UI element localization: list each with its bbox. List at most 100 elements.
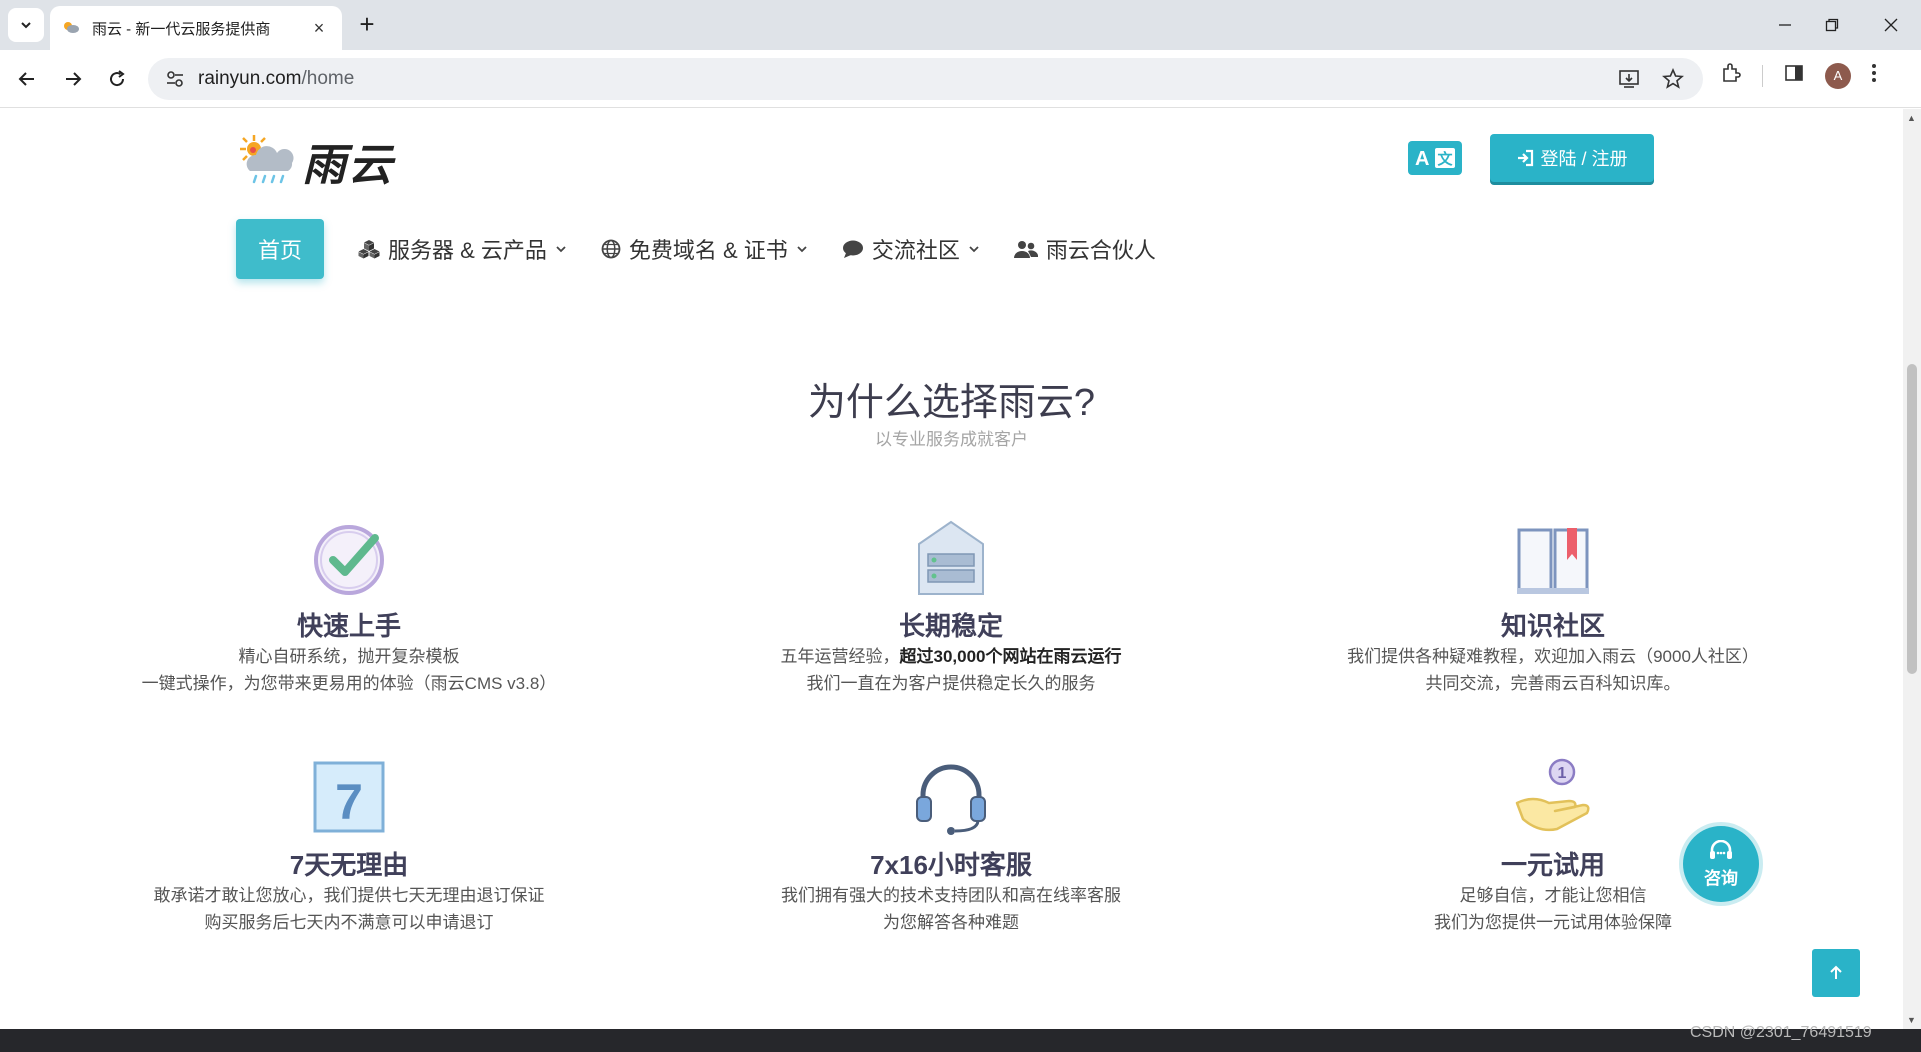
watermark-text: CSDN @2301_76491519 [1690,1024,1872,1041]
minimize-button[interactable] [1762,8,1808,42]
extensions-icon[interactable] [1720,62,1742,89]
close-icon [1884,18,1898,32]
feature-stability: 长期稳定 五年运营经验，超过30,000个网站在雨云运行 我们一直在为客户提供稳… [691,518,1211,697]
headset-icon [916,764,986,835]
calendar-7-icon: 7 [313,761,385,833]
nav-item-community[interactable]: 交流社区 [842,233,980,265]
minimize-icon [1779,24,1791,26]
feature-title: 7天无理由 [289,850,409,880]
arrow-up-icon [1830,965,1842,979]
chevron-down-icon [556,246,566,253]
feature-line-2: 我们为您提供一元试用体验保障 [1434,913,1672,932]
more-menu-icon[interactable] [1871,62,1877,89]
rainyun-favicon-icon [64,22,79,33]
back-button[interactable] [10,62,44,96]
tab-title: 雨云 - 新一代云服务提供商 [92,20,271,38]
feature-customer-service: 7x16小时客服 我们拥有强大的技术支持团队和高在线率客服 为您解答各种难题 [691,757,1211,936]
reload-icon [110,70,125,87]
coin-hand-icon: 1 [1515,758,1590,832]
browser-tabstrip: 雨云 - 新一代云服务提供商 × + [0,0,1921,50]
restore-icon [1825,18,1839,32]
close-window-button[interactable] [1868,8,1914,42]
url-path: /home [301,68,355,89]
feature-title: 7x16小时客服 [870,850,1032,880]
nav-item-servers-label: 服务器 & 云产品 [388,238,547,263]
svg-text:文: 文 [1438,150,1454,168]
cubes-icon [358,240,380,259]
os-taskbar [0,1029,1921,1052]
rain-cloud-sun-logo-icon [240,135,294,184]
feature-line-1-highlight: 超过30,000个网站在雨云运行 [899,647,1122,666]
svg-text:A: A [1415,148,1429,170]
feature-title: 快速上手 [296,611,401,641]
url-text: rainyun.com/home [198,68,354,90]
feature-title: 长期稳定 [898,611,1003,641]
feature-line-1: 敢承诺才敢让您放心，我们提供七天无理由退订保证 [153,886,545,905]
nav-item-domains-label: 免费域名 & 证书 [628,238,788,263]
arrow-left-icon [18,72,34,86]
side-panel-icon[interactable] [1783,62,1805,89]
chevron-down-icon [797,246,807,253]
feature-line-2: 共同交流，完善雨云百科知识库。 [1425,674,1681,693]
feature-knowledge-community: 知识社区 我们提供各种疑难教程，欢迎加入雨云（9000人社区） 共同交流，完善雨… [1293,518,1813,697]
url-domain: rainyun.com [198,68,302,89]
profile-avatar[interactable]: A [1825,62,1851,89]
login-register-label: 登陆 / 注册 [1540,149,1628,169]
site-info-icon[interactable] [164,68,186,90]
nav-item-domains[interactable]: 免费域名 & 证书 [601,233,808,265]
feature-line-2: 为您解答各种难题 [883,913,1019,932]
site-logo[interactable]: 雨云 [236,129,394,193]
server-icon [918,520,984,595]
feature-line-1-text: 五年运营经验， [780,647,900,666]
chevron-down-icon [969,246,979,253]
sign-in-icon [1518,149,1534,167]
globe-icon [601,239,621,259]
headset-icon [1710,839,1732,859]
section-title: 为什么选择雨云? [807,382,1096,424]
scroll-down-arrow-icon[interactable]: ▼ [1907,1015,1916,1025]
toolbar-divider [1762,64,1763,87]
feature-title: 知识社区 [1500,611,1605,641]
reload-button[interactable] [100,62,134,96]
forward-button[interactable] [56,62,90,96]
feature-line-2: 我们一直在为客户提供稳定长久的服务 [806,674,1096,693]
restore-button[interactable] [1809,8,1855,42]
feature-line-1: 我们提供各种疑难教程，欢迎加入雨云（9000人社区） [1347,647,1759,666]
tab-close-icon[interactable]: × [308,18,330,39]
browser-tab-active[interactable]: 雨云 - 新一代云服务提供商 × [50,6,342,50]
chevron-down-icon [21,22,31,29]
nav-item-partners-label: 雨云合伙人 [1045,238,1156,263]
page-scrollbar[interactable]: ▲ ▼ [1903,109,1921,1029]
address-bar[interactable]: rainyun.com/home [148,58,1703,100]
feature-line-2: 购买服务后七天内不满意可以申请退订 [204,913,494,932]
consult-label: 咨询 [1704,868,1738,888]
section-subtitle: 以专业服务成就客户 [875,430,1028,449]
feature-7-day-refund: 7 7天无理由 敢承诺才敢让您放心，我们提供七天无理由退订保证 购买服务后七天内… [89,757,609,936]
nav-item-servers[interactable]: 服务器 & 云产品 [358,233,567,265]
scroll-up-arrow-icon[interactable]: ▲ [1907,113,1916,123]
scrollbar-thumb[interactable] [1907,364,1917,674]
coin-1-text: 1 [1558,765,1567,782]
users-icon [1013,241,1038,258]
arrow-right-icon [66,72,82,86]
feature-line-1: 五年运营经验，超过30,000个网站在雨云运行 [691,643,1211,670]
main-navigation: 首页 服务器 & 云产品 免费域名 & 证书 交流社区 雨云合伙人 [236,219,1156,279]
nav-item-community-label: 交流社区 [871,238,960,263]
browser-toolbar: rainyun.com/home A [0,50,1921,108]
comment-icon [842,240,863,258]
install-app-icon[interactable] [1617,67,1641,91]
nav-item-partners[interactable]: 雨云合伙人 [1013,233,1156,265]
consult-floating-button[interactable]: 咨询 [1683,826,1759,902]
tab-search-button[interactable] [8,8,44,42]
language-switch-button[interactable]: A 文 [1408,141,1462,175]
new-tab-button[interactable]: + [352,10,382,40]
feature-line-1: 我们拥有强大的技术支持团队和高在线率客服 [781,886,1121,905]
calendar-7-text: 7 [335,774,363,830]
translate-icon: A 文 [1415,148,1455,170]
bookmark-star-icon[interactable] [1661,67,1685,91]
nav-item-home[interactable]: 首页 [236,219,324,279]
login-register-button[interactable]: 登陆 / 注册 [1490,134,1654,182]
back-to-top-button[interactable] [1812,949,1860,997]
check-circle-icon [314,525,384,595]
feature-line-2: 一键式操作，为您带来更易用的体验（雨云CMS v3.8） [141,674,557,693]
